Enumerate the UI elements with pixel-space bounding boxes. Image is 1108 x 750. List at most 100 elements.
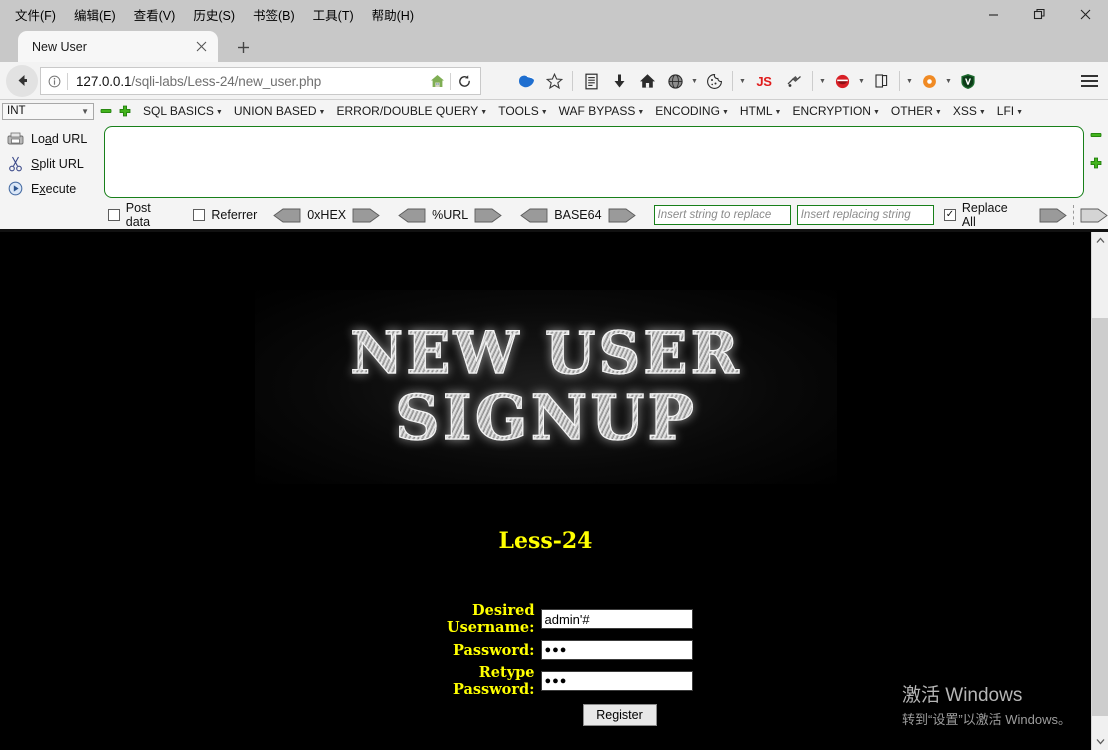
adblock-shield-icon[interactable] <box>954 62 982 100</box>
tab-close-icon[interactable] <box>190 36 212 58</box>
page-scrollbar[interactable] <box>1091 232 1108 750</box>
menu-edit[interactable]: 编辑(E) <box>65 2 125 27</box>
chevron-down-icon: ▼ <box>81 106 89 116</box>
load-url-icon <box>4 130 26 148</box>
downloads-icon[interactable] <box>605 62 633 100</box>
watermark-line-1: 激活 Windows <box>901 685 1023 706</box>
menu-view[interactable]: 查看(V) <box>125 2 185 27</box>
cookie-chevron-down-icon[interactable]: ▼ <box>737 78 748 85</box>
menu-tools[interactable]: 工具(T) <box>304 2 363 27</box>
chevron-down-icon: ▼ <box>318 108 326 116</box>
zoom-in-icon[interactable] <box>1090 156 1102 174</box>
replace-all-checkbox-box: ✓ <box>944 209 956 221</box>
split-url-button[interactable]: Split URL <box>0 151 104 176</box>
hackbar-menu-waf-bypass[interactable]: WAF BYPASS ▼ <box>559 104 645 118</box>
scroll-up-icon[interactable] <box>1092 232 1108 249</box>
firebug-chevron-down-icon[interactable]: ▼ <box>943 78 954 85</box>
menu-bookmarks[interactable]: 书签(B) <box>244 2 304 27</box>
replace-apply-icon[interactable] <box>1039 208 1067 223</box>
hackbar-menu-union-based[interactable]: UNION BASED ▼ <box>234 104 326 118</box>
menu-help[interactable]: 帮助(H) <box>363 2 423 27</box>
bookmark-star-icon[interactable] <box>540 62 568 100</box>
new-tab-icon[interactable] <box>232 36 254 58</box>
firebug-icon[interactable] <box>915 62 943 100</box>
home-page-icon[interactable] <box>424 69 450 93</box>
url-encode-icon[interactable] <box>474 208 503 223</box>
window-menubar: 文件(F) 编辑(E) 查看(V) 历史(S) 书签(B) 工具(T) 帮助(H… <box>0 0 1108 28</box>
reload-icon[interactable] <box>451 69 477 93</box>
retype-password-field[interactable]: ●●● <box>540 671 693 691</box>
register-button[interactable]: Register <box>582 704 657 726</box>
address-bar[interactable]: 127.0.0.1/sqli-labs/Less-24/new_user.php <box>40 67 481 95</box>
user-agent-switcher-icon[interactable] <box>867 62 895 100</box>
remove-tab-icon[interactable] <box>99 104 113 118</box>
url-decode-icon[interactable] <box>398 208 426 223</box>
proxy-globe-icon[interactable] <box>661 62 689 100</box>
cookie-manager-icon[interactable] <box>700 62 728 100</box>
hackbar-menu-error-double-query[interactable]: ERROR/DOUBLE QUERY ▼ <box>336 104 487 118</box>
site-info-icon[interactable] <box>41 75 67 88</box>
hackbar-type-select[interactable]: INT ▼ <box>2 102 94 120</box>
wappalyzer-chevron-down-icon[interactable]: ▼ <box>817 78 828 85</box>
replace-string-input[interactable]: Insert replacing string <box>796 205 935 225</box>
hackbar-menu-other[interactable]: OTHER ▼ <box>891 104 942 118</box>
menu-help-label: 帮助(H) <box>371 8 414 23</box>
pocket-icon[interactable] <box>512 62 540 100</box>
menu-file[interactable]: 文件(F) <box>6 2 65 27</box>
find-string-input[interactable]: Insert string to replace <box>653 205 791 225</box>
hackbar-menu-tools[interactable]: TOOLS ▼ <box>498 104 547 118</box>
hackbar-icon[interactable] <box>828 62 856 100</box>
hackbar-menu-html[interactable]: HTML ▼ <box>740 104 782 118</box>
maximize-restore-icon[interactable] <box>1016 0 1062 28</box>
zoom-out-icon[interactable] <box>1090 128 1102 146</box>
back-button-icon[interactable] <box>6 64 38 97</box>
menu-history[interactable]: 历史(S) <box>184 2 244 27</box>
toolbar-divider-4 <box>899 71 900 91</box>
minimize-icon[interactable] <box>970 0 1016 28</box>
form-row-password: Password: ●●● <box>399 640 693 660</box>
hackbar-request-textarea[interactable] <box>104 126 1084 198</box>
base64-encode-icon[interactable] <box>608 208 636 223</box>
referrer-checkbox[interactable]: Referrer <box>193 208 257 222</box>
wappalyzer-icon[interactable] <box>780 62 808 100</box>
post-data-checkbox[interactable]: Post data <box>108 201 177 229</box>
hackbar-chevron-down-icon[interactable]: ▼ <box>856 78 867 85</box>
base64-label: BASE64 <box>554 208 602 222</box>
add-tab-icon[interactable] <box>118 104 132 118</box>
hackbar-menu-xss[interactable]: XSS ▼ <box>953 104 986 118</box>
address-bar-actions <box>424 69 480 93</box>
execute-label: Execute <box>31 181 77 196</box>
replace-all-checkbox[interactable]: ✓ Replace All <box>944 201 1023 229</box>
split-url-label: Split URL <box>31 156 84 171</box>
browser-tab[interactable]: New User <box>18 31 218 62</box>
browser-menu-icon[interactable] <box>1076 69 1102 93</box>
base64-decode-icon[interactable] <box>520 208 548 223</box>
load-url-button[interactable]: Load URL <box>0 126 104 151</box>
hex-encode-icon[interactable] <box>352 208 380 223</box>
scroll-down-icon[interactable] <box>1092 733 1108 750</box>
useragent-chevron-down-icon[interactable]: ▼ <box>904 78 915 85</box>
hackbar-menu-encryption[interactable]: ENCRYPTION ▼ <box>792 104 879 118</box>
hackbar-menu-other-label: OTHER <box>890 104 933 118</box>
hackbar-panel: INT ▼ SQL BASICS ▼ UNION BASED ▼ ERROR/DOU… <box>0 100 1108 232</box>
hex-decode-icon[interactable] <box>273 208 301 223</box>
chevron-down-icon: ▼ <box>215 108 223 116</box>
banner-line-2: SIGNUP <box>394 381 698 455</box>
scrollbar-thumb[interactable] <box>1092 318 1108 716</box>
javascript-toggle-icon[interactable]: JS <box>748 62 780 100</box>
chevron-down-icon: ▼ <box>637 108 645 116</box>
proxy-chevron-down-icon[interactable]: ▼ <box>689 78 700 85</box>
reading-list-icon[interactable] <box>577 62 605 100</box>
hackbar-menu-lfi-label: LFI <box>996 104 1015 118</box>
replace-apply-all-icon[interactable] <box>1080 208 1108 223</box>
password-field[interactable]: ●●● <box>540 640 693 660</box>
options-divider <box>1072 205 1074 225</box>
split-url-icon <box>4 155 26 173</box>
hackbar-menu-lfi[interactable]: LFI ▼ <box>997 104 1023 118</box>
username-field[interactable]: admin'# <box>540 609 693 629</box>
hackbar-menu-encoding[interactable]: ENCODING ▼ <box>655 104 729 118</box>
hackbar-menu-sql-basics[interactable]: SQL BASICS ▼ <box>143 104 223 118</box>
execute-button[interactable]: Execute <box>0 176 104 201</box>
home-icon[interactable] <box>633 62 661 100</box>
close-icon[interactable] <box>1062 0 1108 28</box>
